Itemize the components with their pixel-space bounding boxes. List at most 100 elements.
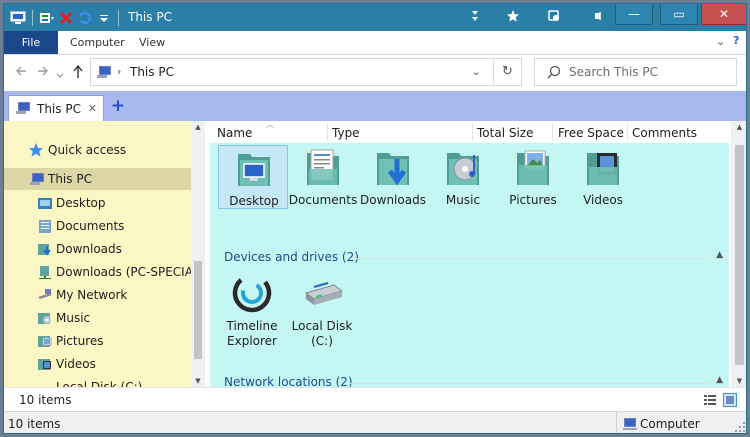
scroll-down-icon[interactable]: ▼	[191, 377, 205, 385]
address-bar[interactable]: › This PC ⌄ ↻	[90, 58, 522, 86]
nav-item-downloads[interactable]: Downloads	[4, 238, 191, 260]
navigation-pane: Quick access This PC Desktop Documents D…	[4, 121, 205, 394]
scrollbar-thumb[interactable]	[735, 145, 744, 365]
recent-locations-button[interactable]	[56, 68, 64, 83]
nav-item-videos[interactable]: Videos	[4, 353, 191, 375]
nav-item-label: Music	[56, 311, 91, 325]
nav-item-label: My Network	[56, 288, 128, 302]
folder-music[interactable]: Music	[428, 145, 498, 209]
new-tab-button[interactable]: +	[110, 98, 126, 115]
drive-label-line2: Explorer	[227, 334, 277, 348]
drive-label: Local Disk (C:)	[284, 319, 360, 349]
nav-item-my-network[interactable]: My Network	[4, 284, 191, 306]
pin-window-icon[interactable]	[545, 9, 563, 25]
customize-toolbar-icon[interactable]	[96, 10, 112, 26]
address-dropdown-icon[interactable]: ⌄	[472, 65, 481, 78]
folder-desktop[interactable]: Desktop	[218, 145, 288, 209]
minimize-button[interactable]: —	[615, 4, 653, 25]
desktop-folder-icon	[37, 195, 53, 211]
expand-ribbon-button[interactable]: ⌄	[716, 35, 725, 48]
nav-item-label: Pictures	[56, 334, 104, 348]
nav-item-label: Quick access	[48, 143, 127, 157]
explorer-window: This PC — ▭ ✕ File Computer View ⌄ ? › T…	[3, 3, 747, 434]
nav-pane-scrollbar[interactable]: ▲ ▼	[191, 121, 205, 387]
scroll-up-icon[interactable]: ▲	[191, 123, 205, 131]
forward-button[interactable]	[36, 65, 48, 81]
close-button[interactable]: ✕	[701, 4, 746, 25]
tab-computer[interactable]: Computer	[70, 31, 125, 54]
group-divider	[350, 383, 710, 384]
nav-item-quick-access[interactable]: Quick access	[4, 139, 191, 161]
column-divider[interactable]	[327, 123, 328, 141]
group-label: Devices and drives (2)	[224, 250, 359, 264]
maximize-button[interactable]: ▭	[660, 4, 698, 25]
resize-grip-icon[interactable]	[734, 421, 746, 433]
refresh-button[interactable]: ↻	[493, 59, 521, 85]
favorite-star-icon[interactable]	[504, 9, 522, 25]
documents-folder-icon	[305, 147, 341, 187]
column-total-size[interactable]: Total Size	[477, 126, 533, 140]
column-comments[interactable]: Comments	[632, 126, 697, 140]
nav-item-downloads-pc-special[interactable]: Downloads (PC-SPECIAL)	[4, 261, 204, 283]
collapse-group-icon[interactable]: ▲	[716, 375, 723, 385]
large-icons-view-icon[interactable]	[723, 393, 737, 407]
nav-item-label: This PC	[48, 172, 92, 186]
group-header-devices[interactable]: Devices and drives (2) ▲	[210, 250, 729, 266]
pictures-folder-icon	[37, 333, 53, 349]
folder-pictures[interactable]: Pictures	[498, 145, 568, 209]
column-free-space[interactable]: Free Space	[558, 126, 624, 140]
sort-icon[interactable]	[466, 9, 484, 25]
drive-label-line1: Timeline	[226, 319, 278, 333]
breadcrumb-separator[interactable]: ›	[117, 65, 121, 78]
local-disk-icon	[300, 271, 344, 315]
tab-this-pc[interactable]: This PC ✕	[8, 95, 104, 121]
desktop-folder-icon	[236, 148, 272, 188]
up-button[interactable]	[72, 64, 84, 83]
folder-videos[interactable]: Videos	[568, 145, 638, 209]
scrollbar-thumb[interactable]	[194, 261, 202, 359]
column-divider[interactable]	[552, 123, 553, 141]
downloads-folder-icon	[37, 241, 53, 257]
pin-icon[interactable]	[587, 9, 605, 25]
undo-icon[interactable]	[77, 10, 93, 26]
computer-icon[interactable]	[10, 10, 26, 26]
drive-label: Timeline Explorer	[214, 319, 290, 349]
breadcrumb-this-pc[interactable]: This PC	[130, 65, 174, 79]
nav-item-desktop[interactable]: Desktop	[4, 192, 191, 214]
nav-item-label: Videos	[56, 357, 96, 371]
delete-icon[interactable]	[58, 10, 74, 26]
folder-documents[interactable]: Documents	[288, 145, 358, 209]
search-input[interactable]	[569, 64, 729, 80]
sort-ascending-icon: ︿	[266, 120, 274, 129]
toolbar-separator	[118, 10, 119, 26]
content-scrollbar[interactable]: ▲ ▼	[731, 121, 746, 387]
folder-downloads[interactable]: Downloads	[358, 145, 428, 209]
collapse-group-icon[interactable]: ▲	[716, 250, 723, 260]
column-name[interactable]: Name	[217, 126, 252, 140]
pictures-folder-icon	[515, 147, 551, 187]
scroll-up-icon[interactable]: ▲	[731, 123, 746, 131]
back-button[interactable]	[16, 65, 28, 81]
column-divider[interactable]	[627, 123, 628, 141]
column-type[interactable]: Type	[332, 126, 360, 140]
nav-item-documents[interactable]: Documents	[4, 215, 191, 237]
tab-view[interactable]: View	[139, 31, 165, 54]
column-divider[interactable]	[472, 123, 473, 141]
properties-icon[interactable]	[39, 10, 55, 26]
computer-icon	[622, 416, 638, 432]
drive-local-disk-c[interactable]: Local Disk (C:)	[284, 271, 360, 351]
search-box[interactable]	[534, 58, 737, 86]
close-tab-button[interactable]: ✕	[88, 102, 97, 115]
nav-item-pictures[interactable]: Pictures	[4, 330, 191, 352]
nav-item-this-pc[interactable]: This PC	[4, 168, 191, 190]
nav-item-label: Desktop	[56, 196, 106, 210]
nav-item-music[interactable]: Music	[4, 307, 191, 329]
tab-file[interactable]: File	[4, 31, 58, 54]
help-button[interactable]: ?	[733, 34, 739, 47]
network-drive-icon	[37, 264, 53, 280]
scroll-down-icon[interactable]: ▼	[731, 377, 746, 385]
star-icon	[28, 142, 44, 158]
details-view-icon[interactable]	[703, 393, 717, 407]
zone-label: Computer	[640, 417, 700, 431]
drive-timeline-explorer[interactable]: Timeline Explorer	[214, 271, 290, 351]
